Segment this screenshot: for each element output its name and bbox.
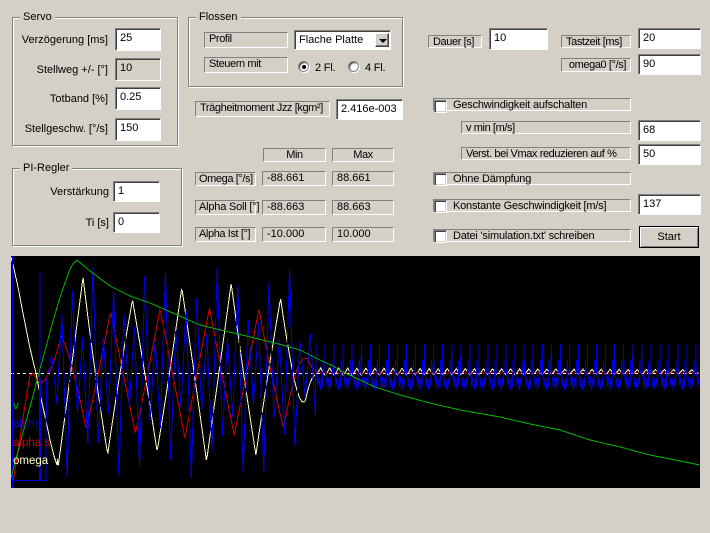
- svg-text:omega: omega: [13, 455, 49, 467]
- svg-text:alpha s: alpha s: [13, 437, 50, 449]
- svg-text:v: v: [13, 400, 19, 412]
- svg-text:alpha i: alpha i: [13, 418, 47, 430]
